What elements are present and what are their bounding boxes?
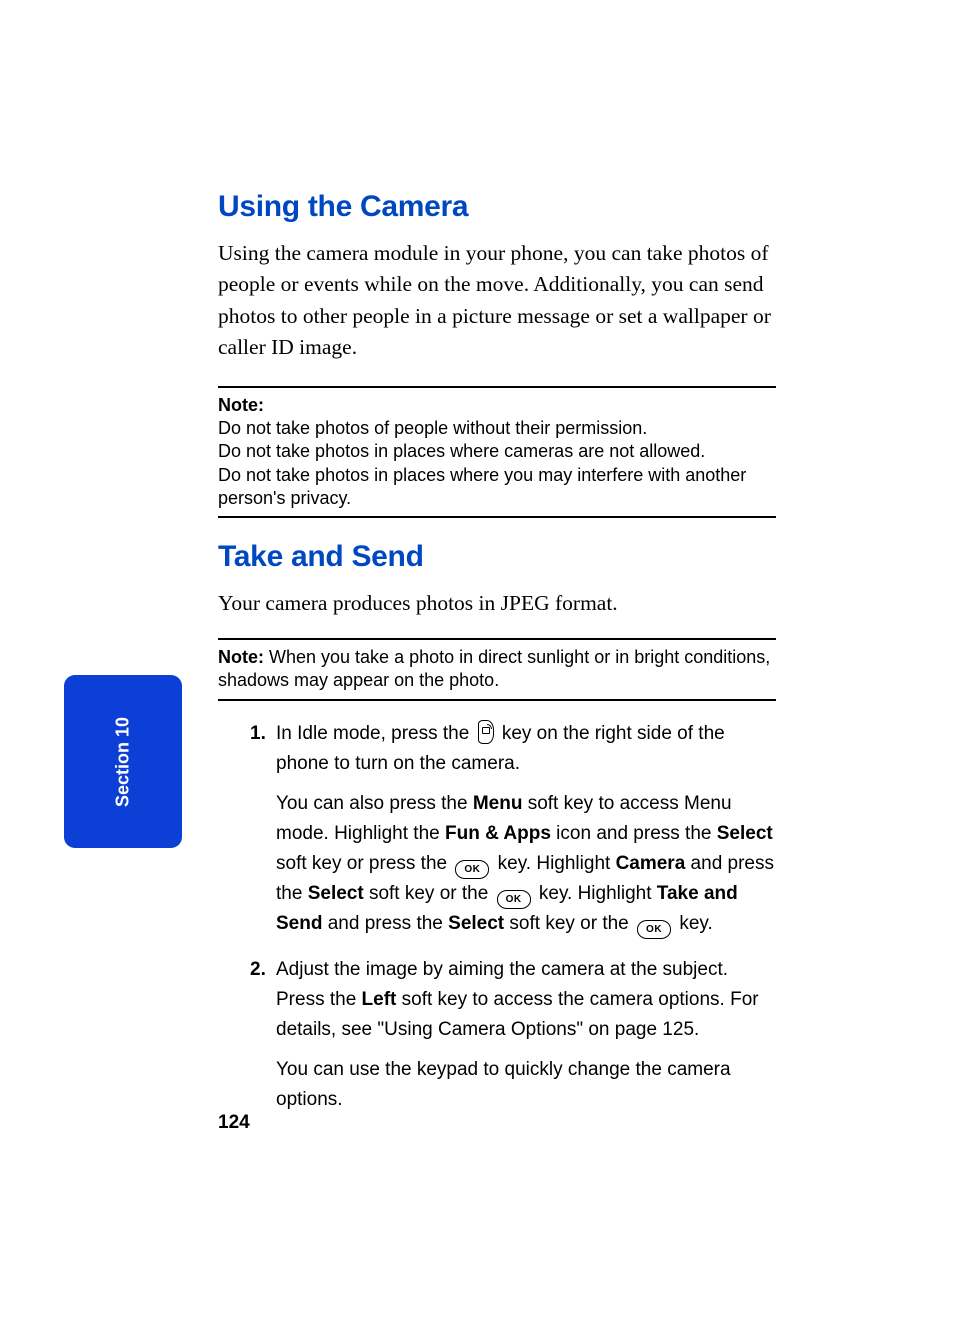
bold-select: Select <box>448 913 504 934</box>
step-number: 1. <box>250 719 266 749</box>
rule <box>218 699 776 701</box>
step-text: You can also press the Menu soft key to … <box>276 789 776 939</box>
text: and press the <box>322 913 448 934</box>
note-text: Do not take photos of people without the… <box>218 418 647 438</box>
bold-left: Left <box>362 989 397 1010</box>
text: soft key or the <box>504 913 634 934</box>
note-label: Note: <box>218 647 264 667</box>
ok-key-icon: OK <box>497 890 531 909</box>
rule <box>218 386 776 388</box>
rule <box>218 638 776 640</box>
text: soft key or press the <box>276 853 452 874</box>
step-text: You can use the keypad to quickly change… <box>276 1055 776 1115</box>
note-text: Do not take photos in places where camer… <box>218 441 705 461</box>
bold-select: Select <box>717 823 773 844</box>
text: soft key or the <box>364 883 494 904</box>
note-text: When you take a photo in direct sunlight… <box>218 647 770 690</box>
rule <box>218 516 776 518</box>
section-tab: Section 10 <box>64 675 182 848</box>
intro-paragraph: Using the camera module in your phone, y… <box>218 238 776 364</box>
text: key. <box>674 913 713 934</box>
text: You can use the keypad to quickly change… <box>276 1059 731 1110</box>
bold-select: Select <box>308 883 364 904</box>
step-2: 2. Adjust the image by aiming the camera… <box>218 955 776 1115</box>
text: You can also press the <box>276 793 473 814</box>
step-1: 1. In Idle mode, press the key on the ri… <box>218 719 776 939</box>
text: In Idle mode, press the <box>276 723 475 744</box>
content-area: Using the Camera Using the camera module… <box>218 190 776 1131</box>
note-text: Do not take photos in places where you m… <box>218 465 746 508</box>
paragraph-jpeg: Your camera produces photos in JPEG form… <box>218 588 776 619</box>
bold-camera: Camera <box>616 853 686 874</box>
heading-take-and-send: Take and Send <box>218 540 776 574</box>
bold-menu: Menu <box>473 793 523 814</box>
ok-key-icon: OK <box>637 920 671 939</box>
note-block-1: Note: Do not take photos of people witho… <box>218 394 776 511</box>
text: key. Highlight <box>534 883 657 904</box>
heading-using-the-camera: Using the Camera <box>218 190 776 224</box>
step-number: 2. <box>250 955 266 985</box>
bold-fun-apps: Fun & Apps <box>445 823 551 844</box>
step-text: In Idle mode, press the key on the right… <box>276 719 776 779</box>
step-text: Adjust the image by aiming the camera at… <box>276 955 776 1045</box>
page-number: 124 <box>218 1112 250 1134</box>
ok-key-icon: OK <box>455 860 489 879</box>
text: icon and press the <box>551 823 717 844</box>
camera-key-icon <box>478 720 494 744</box>
note-block-2: Note: When you take a photo in direct su… <box>218 646 776 693</box>
text: key. Highlight <box>492 853 615 874</box>
page: Section 10 Using the Camera Using the ca… <box>0 0 954 1319</box>
note-label: Note: <box>218 395 264 415</box>
step-list: 1. In Idle mode, press the key on the ri… <box>218 719 776 1115</box>
section-tab-label: Section 10 <box>113 716 134 806</box>
